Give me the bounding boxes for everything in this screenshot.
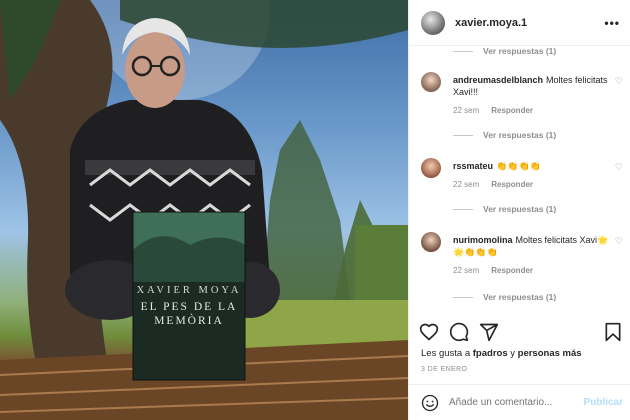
photo-scene (0, 0, 408, 420)
replies-divider (453, 134, 473, 136)
view-replies-label: Ver respuestas (1) (483, 130, 557, 140)
likes-summary: Les gusta a fpadros y personas más (421, 348, 582, 359)
like-comment-heart-icon[interactable]: ♡ (615, 236, 623, 247)
heart-icon[interactable] (419, 322, 439, 342)
bookmark-icon[interactable] (604, 322, 622, 342)
post-date[interactable]: 3 DE ENERO (421, 366, 467, 373)
replies-divider (453, 208, 473, 210)
book-title: EL PES DE LA MEMÒRIA (133, 300, 245, 328)
post-actions (419, 322, 509, 342)
reply-button[interactable]: Responder (491, 266, 533, 275)
like-comment-heart-icon[interactable]: ♡ (615, 162, 623, 173)
book-title-line1: EL PES DE LA (140, 301, 238, 313)
comment-icon[interactable] (449, 322, 469, 342)
commenter-username[interactable]: andreumasdelblanch (453, 75, 543, 85)
view-replies-link[interactable]: Ver respuestas (1) (409, 46, 556, 58)
view-replies-label: Ver respuestas (1) (483, 46, 557, 56)
comment-time: 22 sem (453, 106, 480, 115)
likes-prefix: Les gusta a (421, 348, 471, 359)
more-horizontal-icon[interactable]: ••• (604, 16, 620, 30)
reply-button[interactable]: Responder (491, 180, 533, 189)
view-replies-label: Ver respuestas (1) (483, 292, 557, 302)
comment-time: 22 sem (453, 180, 480, 189)
likes-connector: y (510, 348, 515, 359)
comments-list: Ver respuestas (1) andreumasdelblanch Mol… (409, 46, 630, 316)
comment-time: 22 sem (453, 266, 480, 275)
comment-input[interactable] (449, 397, 584, 408)
author-username[interactable]: xavier.moya.1 (455, 17, 604, 29)
publish-button[interactable]: Publicar (584, 397, 623, 408)
commenter-username[interactable]: rssmateu (453, 161, 493, 171)
comment-message: 👏👏👏👏 (496, 161, 541, 171)
emoji-icon[interactable] (421, 394, 439, 412)
post-photo[interactable]: XAVIER MOYA EL PES DE LA MEMÒRIA (0, 0, 408, 420)
replies-divider (453, 50, 473, 52)
comment-meta: 22 sem Responder (453, 106, 533, 115)
commenter-avatar[interactable] (421, 158, 441, 178)
book-title-line2: MEMÒRIA (154, 315, 224, 327)
likes-others[interactable]: personas más (518, 348, 582, 359)
author-avatar[interactable] (421, 10, 445, 35)
reply-button[interactable]: Responder (491, 106, 533, 115)
comment-meta: 22 sem Responder (453, 266, 533, 275)
comment-text: nurimomolina Moltes felicitats Xavi🌟🌟👏👏👏 (453, 234, 613, 258)
book-author: XAVIER MOYA (136, 285, 242, 296)
commenter-username[interactable]: nurimomolina (453, 235, 513, 245)
comments-panel: xavier.moya.1 ••• Ver respuestas (1) and… (408, 0, 630, 420)
comment-meta: 22 sem Responder (453, 180, 533, 189)
commenter-avatar[interactable] (421, 72, 441, 92)
post-header: xavier.moya.1 ••• (409, 0, 630, 46)
replies-divider (453, 296, 473, 298)
share-icon[interactable] (479, 322, 499, 342)
add-comment-bar: Publicar (409, 384, 630, 420)
like-comment-heart-icon[interactable]: ♡ (615, 76, 623, 87)
commenter-avatar[interactable] (421, 232, 441, 252)
view-replies-label: Ver respuestas (1) (483, 204, 557, 214)
likes-user[interactable]: fpadros (473, 348, 508, 359)
view-replies-link[interactable]: Ver respuestas (1) (409, 202, 630, 216)
view-replies-link[interactable]: Ver respuestas (1) (409, 290, 630, 304)
comment-text: andreumasdelblanch Moltes felicitats Xavi… (453, 74, 613, 98)
view-replies-link[interactable]: Ver respuestas (1) (409, 128, 630, 142)
comment-text: rssmateu 👏👏👏👏 (453, 160, 613, 172)
